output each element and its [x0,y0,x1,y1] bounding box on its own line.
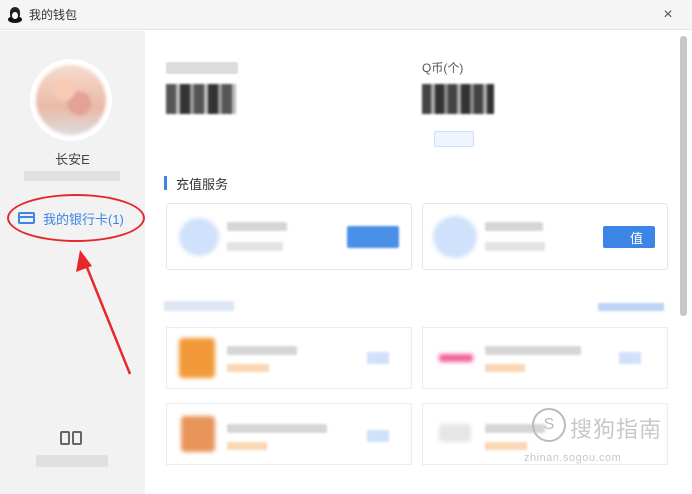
close-button[interactable]: × [658,5,678,25]
qb-value-blurred [422,84,494,114]
recharge-button[interactable]: 值 [603,226,655,248]
section-marker [164,176,167,190]
promo-icon [181,416,215,452]
promo-card[interactable] [166,327,412,389]
sidebar: 长安E 我的银行卡(1) [0,31,145,494]
user-subtitle-blurred [24,171,120,181]
section-title-blurred [164,301,234,311]
settings-icon[interactable] [60,431,84,447]
service-icon [179,218,219,256]
service-icon [433,216,477,258]
recharge-button-blurred[interactable] [347,226,399,248]
main-panel: Q币(个) 充值服务 值 [146,31,678,494]
username: 长安E [55,152,90,167]
avatar[interactable] [30,59,112,141]
scrollbar[interactable] [680,36,687,316]
recharge-card[interactable] [166,203,412,270]
window-title: 我的钱包 [29,8,78,22]
qb-button-blurred[interactable] [434,131,474,147]
more-link-blurred[interactable] [598,303,664,311]
promo-card[interactable] [422,327,668,389]
close-icon: × [663,6,673,23]
balance-value-blurred [166,84,236,114]
sidebar-bottom-label-blurred [36,455,108,467]
qb-label: Q币(个) [422,61,464,75]
recharge-section-title: 充值服务 [164,175,228,192]
title-bar: 我的钱包 × [0,0,692,30]
promo-icon [179,338,215,378]
promo-icon [439,354,473,362]
promo-icon [439,424,471,442]
promo-card[interactable] [422,403,668,465]
promo-card[interactable] [166,403,412,465]
annotation-ellipse [7,194,145,242]
recharge-card[interactable]: 值 [422,203,668,270]
balance-label-blurred [166,62,238,74]
qq-penguin-icon [8,6,22,23]
